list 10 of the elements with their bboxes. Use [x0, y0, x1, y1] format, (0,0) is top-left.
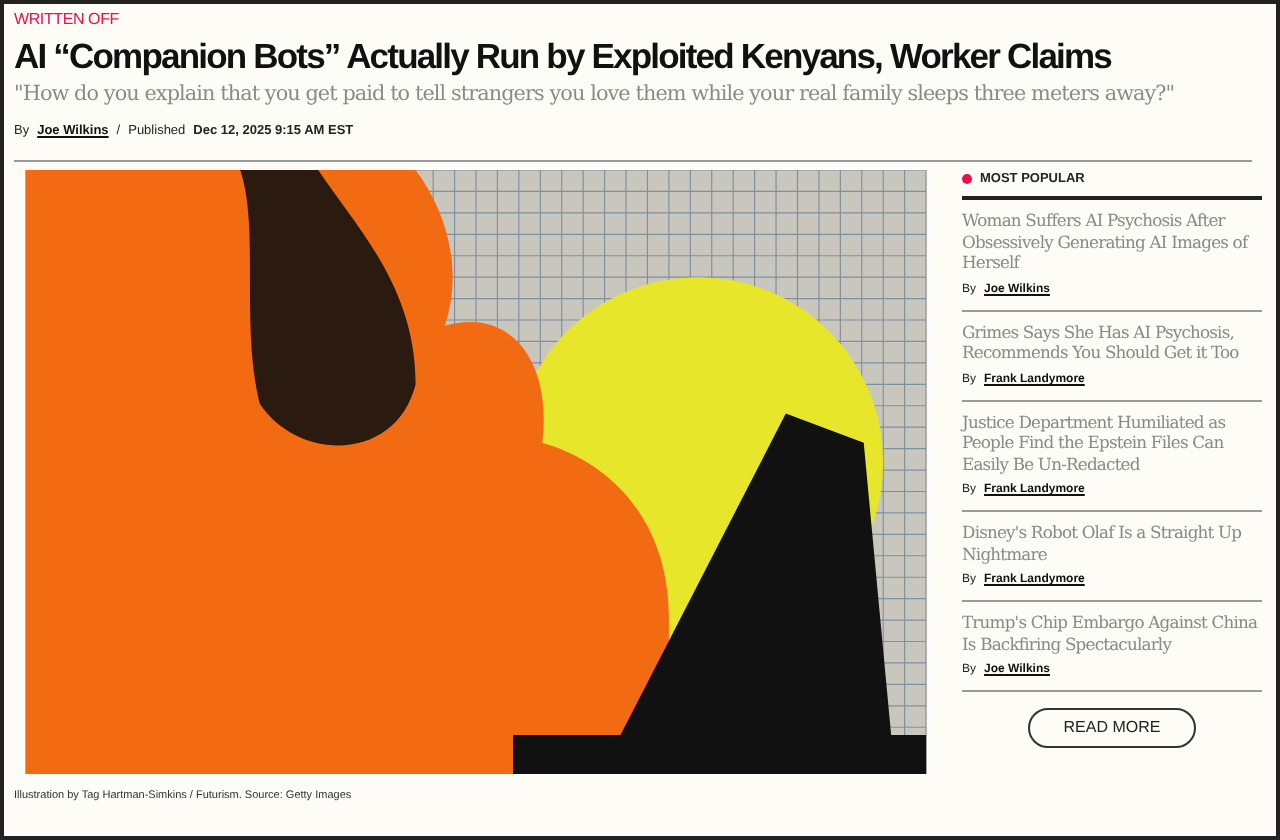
bullet-dot [962, 173, 972, 184]
headline: AI “Companion Bots” Actually Run by Exploited Kenyans, Worker Claims [14, 38, 1114, 77]
read-more-button[interactable]: READ MORE [1027, 708, 1197, 749]
deck: "How do you explain that you get paid to tell strangers you love them while your real family sleeps three meters away?" [14, 82, 1177, 110]
article-link[interactable]: Trump's Chip Embargo Against China Is Backfiring Spectacularly [962, 612, 1262, 655]
article-link[interactable]: Grimes Says She Has AI Psychosis, Recommends You Should Get it Too [962, 321, 1262, 364]
article-link[interactable]: Justice Department Humiliated as People Find the Epstein Files Can Easily Be Un-Redacted [962, 411, 1262, 475]
article-link[interactable]: Woman Suffers AI Psychosis After Obsessively Generating AI Images of Herself [962, 210, 1262, 274]
section-label: WRITTEN OFF [14, 12, 121, 28]
article-link[interactable]: Disney's Robot Olaf Is a Straight Up Nightmare [962, 522, 1262, 565]
